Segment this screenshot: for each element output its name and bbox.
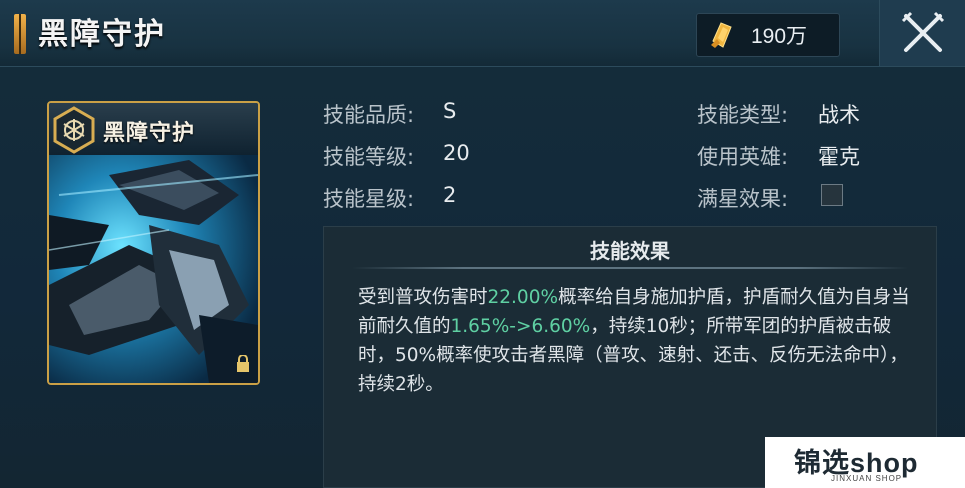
quality-label: 技能品质: <box>323 103 415 127</box>
title-accent-bar <box>14 14 26 54</box>
currency-value: 190万 <box>751 25 808 48</box>
header-bar: 黑障守护 190万 <box>0 0 965 67</box>
effect-divider <box>352 267 908 269</box>
card-skill-name: 黑障守护 <box>103 120 196 146</box>
gold-crystal-icon <box>711 22 732 48</box>
watermark: 锦选shop JINXUAN SHOP <box>765 437 965 488</box>
page-title: 黑障守护 <box>38 17 166 52</box>
lock-icon <box>237 355 249 372</box>
hexagon-tactic-icon <box>53 106 95 154</box>
star-label: 技能星级: <box>323 187 415 211</box>
type-value: 战术 <box>818 103 860 127</box>
level-label: 技能等级: <box>323 145 415 169</box>
full-star-checkbox[interactable] <box>821 184 843 206</box>
skill-card[interactable]: 黑障守护 <box>47 101 260 385</box>
hero-label: 使用英雄: <box>697 145 789 169</box>
effect-text-part: 受到普攻伤害时 <box>358 287 488 308</box>
black-winged-mech-illustration <box>49 155 258 383</box>
quality-value: S <box>443 99 457 123</box>
level-value: 20 <box>443 141 470 165</box>
crossed-swords-close-icon <box>901 11 945 52</box>
effect-highlight-chance: 22.00% <box>487 287 559 308</box>
effect-highlight-ratio: 1.65%->6.60% <box>450 316 591 337</box>
effect-title: 技能效果 <box>590 239 670 263</box>
hero-value: 霍克 <box>818 145 860 169</box>
type-label: 技能类型: <box>697 103 789 127</box>
close-button[interactable] <box>879 0 965 66</box>
star-value: 2 <box>443 183 457 207</box>
full-star-label: 满星效果: <box>697 187 789 211</box>
watermark-subtext: JINXUAN SHOP <box>831 474 903 483</box>
card-header: 黑障守护 <box>49 103 258 156</box>
effect-description: 受到普攻伤害时22.00%概率给自身施加护盾，护盾耐久值为自身当前耐久值的1.6… <box>358 283 918 399</box>
currency-display[interactable]: 190万 <box>696 13 840 57</box>
